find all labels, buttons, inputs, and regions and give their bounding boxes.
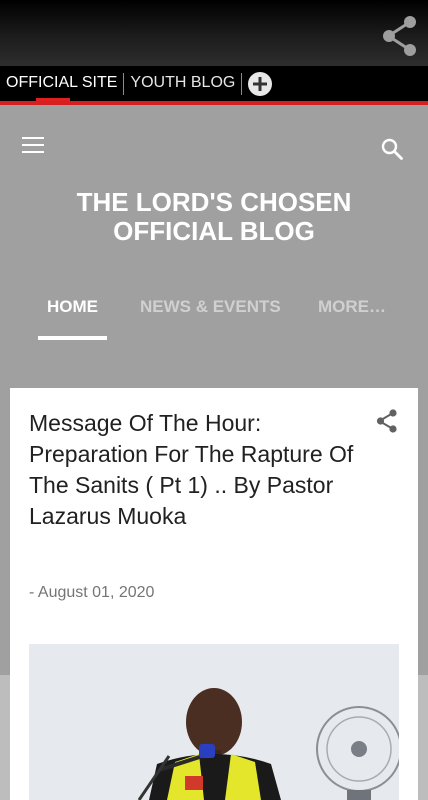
post-title[interactable]: Message Of The Hour: Preparation For The… bbox=[29, 408, 354, 532]
blog-nav: HOME NEWS & EVENTS MORE… bbox=[0, 297, 428, 325]
share-icon[interactable] bbox=[374, 408, 400, 434]
plus-circle-icon[interactable] bbox=[248, 72, 273, 96]
blog-title-line1: THE LORD'S CHOSEN bbox=[76, 187, 352, 217]
nav-active-indicator bbox=[38, 336, 107, 340]
hamburger-menu-icon[interactable] bbox=[22, 137, 44, 155]
nav-more[interactable]: MORE… bbox=[318, 297, 386, 317]
tab-official-site[interactable]: OFFICIAL SITE bbox=[0, 66, 123, 102]
search-icon[interactable] bbox=[380, 137, 404, 161]
pastor-photo-illustration bbox=[29, 644, 399, 800]
post-card: Message Of The Hour: Preparation For The… bbox=[10, 388, 418, 800]
tab-youth-blog[interactable]: YOUTH BLOG bbox=[124, 66, 241, 102]
share-icon[interactable] bbox=[378, 14, 422, 58]
site-tab-bar: OFFICIAL SITE YOUTH BLOG bbox=[0, 66, 428, 102]
blog-title-line2: OFFICIAL BLOG bbox=[113, 216, 315, 246]
tab-divider bbox=[241, 73, 243, 95]
blog-title[interactable]: THE LORD'S CHOSEN OFFICIAL BLOG bbox=[40, 188, 388, 246]
post-date: - August 01, 2020 bbox=[29, 584, 155, 601]
nav-home[interactable]: HOME bbox=[47, 297, 98, 317]
browser-topbar bbox=[0, 0, 428, 66]
post-featured-image[interactable] bbox=[29, 644, 399, 800]
nav-news-events[interactable]: NEWS & EVENTS bbox=[140, 297, 281, 317]
